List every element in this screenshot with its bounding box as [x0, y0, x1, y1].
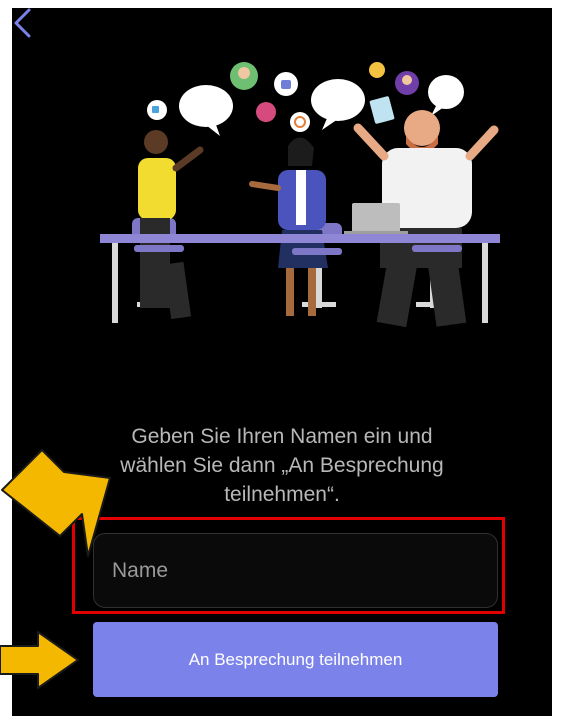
name-input[interactable]: [93, 533, 498, 608]
person-left: [138, 130, 204, 320]
meeting-illustration: [100, 62, 500, 328]
join-instructions: Geben Sie Ihren Namen ein und wählen Sie…: [120, 425, 444, 506]
arrow-icon: [0, 631, 79, 689]
video-camera-icon: [147, 100, 167, 120]
avatar-bubble-icon: [395, 71, 419, 95]
speech-bubble-icon: [428, 75, 464, 116]
avatar-bubble-icon: [230, 62, 258, 90]
page: Geben Sie Ihren Namen ein und wählen Sie…: [0, 0, 564, 716]
speech-bubble-icon: [179, 85, 233, 136]
smiley-icon: [369, 62, 385, 78]
speech-bubble-icon: [311, 79, 365, 130]
camera-icon: [256, 102, 276, 122]
at-sign-icon: [290, 112, 310, 132]
back-button[interactable]: [12, 8, 46, 42]
arrow-icon: [1, 449, 111, 557]
chevron-left-icon: [14, 8, 31, 38]
thumbs-up-icon: [274, 72, 298, 96]
document-icon: [369, 96, 395, 124]
teams-join-screen: Geben Sie Ihren Namen ein und wählen Sie…: [12, 8, 552, 716]
laptop-icon: [344, 203, 408, 235]
join-meeting-button[interactable]: An Besprechung teilnehmen: [93, 622, 498, 697]
